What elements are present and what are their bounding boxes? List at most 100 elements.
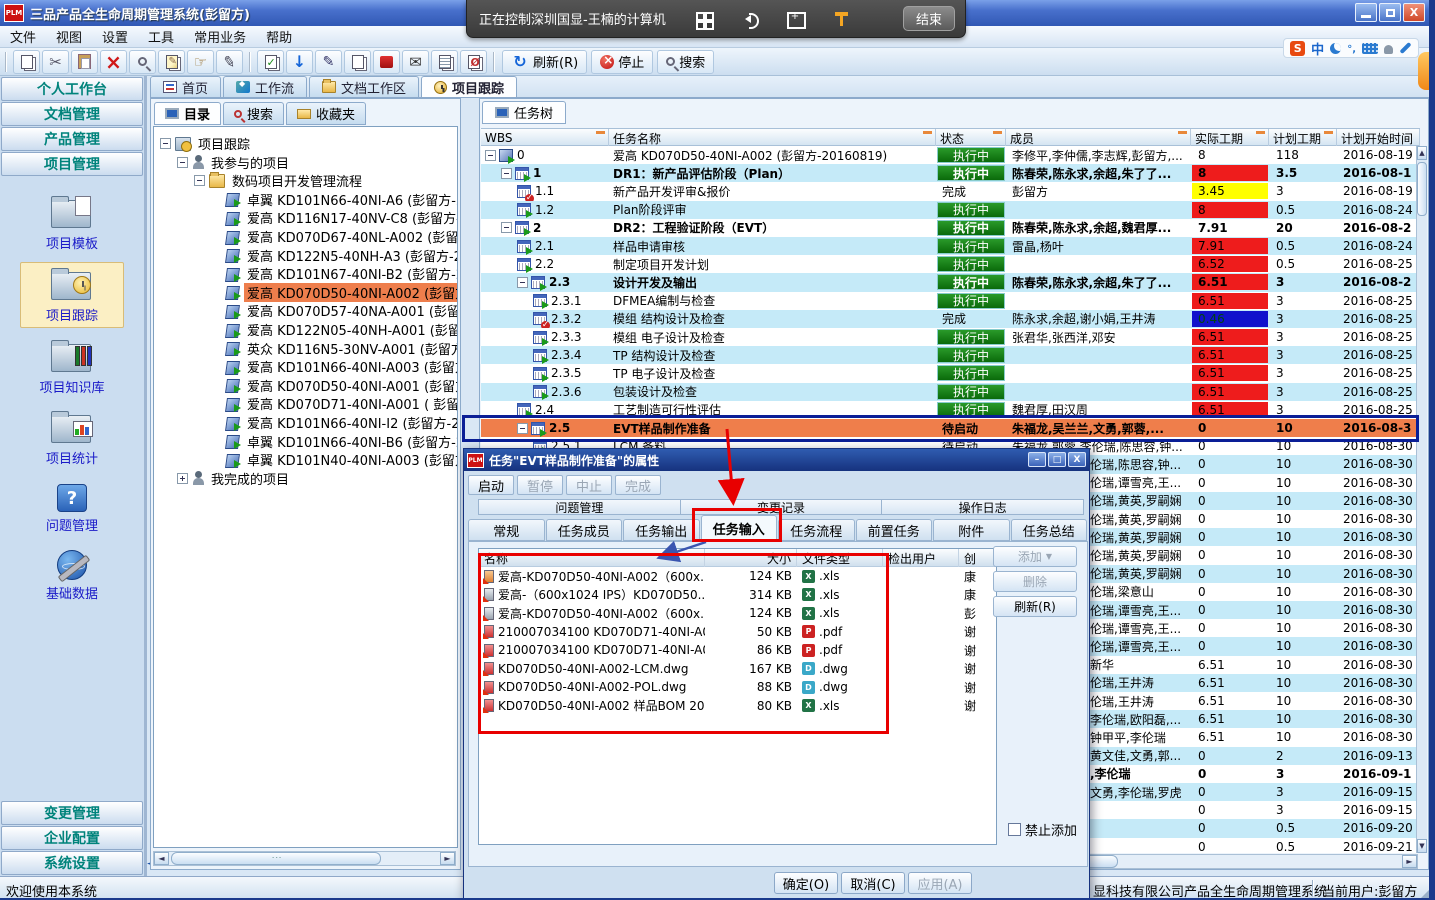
task-vertical-scrollbar[interactable]: ▲ ▼ [1416, 146, 1427, 853]
table-row[interactable]: 2.3.6包装设计及检查执行中6.5132016-08-25 [481, 383, 1420, 401]
dialog-tab[interactable]: 任务成员 [546, 519, 623, 541]
sidebar-section[interactable]: 个人工作台 [1, 77, 143, 101]
dialog-tab[interactable]: 附件 [933, 519, 1010, 541]
toolbar-button-doc-text[interactable] [431, 50, 458, 74]
table-row[interactable]: 2.3.4TP 结构设计及检查执行中6.5132016-08-25 [481, 346, 1420, 364]
tree-node[interactable]: 卓翼 KD101N66-40NI-A6 (彭留方-2016 [211, 190, 458, 209]
column-header[interactable]: WBS [481, 129, 609, 147]
sidebar-item[interactable]: 项目模板 [20, 191, 124, 255]
toolbar-button-cut[interactable] [42, 50, 69, 74]
tree-node[interactable]: 爱高 KD122N5-40NH-A3 (彭留方-20160 [211, 246, 458, 265]
dialog-tab[interactable]: 前置任务 [856, 519, 933, 541]
tree-node[interactable]: 爱高 KD101N67-40NI-B2 (彭留方-2016 [211, 264, 458, 283]
file-row[interactable]: 210007034100 KD070D71-40NI-A0...50 KBP.p… [479, 623, 996, 642]
toolbar-button-seal[interactable] [373, 50, 400, 74]
sidebar-item[interactable]: 基础数据 [20, 544, 124, 605]
row-expander-icon[interactable] [501, 222, 512, 233]
column-header[interactable]: 实际工期 [1191, 129, 1269, 147]
punct-icon[interactable] [1347, 41, 1356, 55]
file-column-header[interactable]: 名称 [479, 549, 705, 567]
tree-node[interactable]: 卓翼 KD101N40-40NI-A003 (彭留方-20 [211, 450, 458, 469]
table-row[interactable]: 1.2Plan阶段评审执行中80.52016-08-24 [481, 201, 1420, 219]
menu-item[interactable]: 工具 [138, 25, 184, 48]
tree-node[interactable]: 爱高 KD070D71-40NI-A001 ( 彭留方-2 [211, 394, 458, 413]
ime-toolbar[interactable]: S 中 [1283, 38, 1419, 58]
tree-node[interactable]: 数码项目开发管理流程 [194, 171, 365, 190]
table-row[interactable]: 2.3.5TP 电子设计及检查执行中6.5132016-08-25 [481, 364, 1420, 382]
sidebar-section[interactable]: 产品管理 [1, 127, 143, 151]
volume-icon[interactable] [740, 10, 760, 28]
tree-node[interactable]: 爱高 KD116N17-40NV-C8 (彭留方-2016 [211, 208, 458, 227]
tree-node[interactable]: 爱高 KD101N66-40NI-I2 (彭留方-201 [211, 413, 458, 432]
sidebar-section[interactable]: 变更管理 [1, 801, 143, 825]
language-indicator[interactable]: 中 [1311, 39, 1324, 58]
keyboard-icon[interactable] [1362, 43, 1378, 54]
workspace-tab[interactable]: 文档工作区 [309, 76, 419, 97]
tree-node[interactable]: 英众 KD116N5-30NV-A001 (彭留方-201 [211, 339, 458, 358]
workspace-tab[interactable]: 项目跟踪 [421, 76, 517, 97]
tree-expander-icon[interactable] [177, 157, 188, 168]
table-row[interactable]: 2.2制定项目开发计划执行中6.520.52016-08-25 [481, 255, 1420, 273]
table-row[interactable]: 1DR1：新产品评估阶段（Plan）执行中陈春荣,陈永求,余超,朱了了...83… [481, 164, 1420, 182]
table-row[interactable]: 2.3设计开发及输出执行中陈春荣,陈永求,余超,朱了了...6.5132016-… [481, 273, 1420, 291]
file-column-header[interactable]: 检出用户 [883, 549, 959, 567]
toolbar-button-copy[interactable] [13, 50, 40, 74]
row-expander-icon[interactable] [517, 277, 528, 288]
menu-item[interactable]: 视图 [46, 25, 92, 48]
pin-icon[interactable] [832, 10, 852, 28]
column-header[interactable]: 成员 [1006, 129, 1191, 147]
table-row[interactable]: 2.3.3模组 电子设计及检查执行中张君华,张西洋,邓安6.5132016-08… [481, 328, 1420, 346]
row-expander-icon[interactable] [485, 150, 496, 161]
scroll-up-icon[interactable]: ▲ [1417, 146, 1427, 160]
workspace-tab[interactable]: 工作流 [223, 76, 307, 97]
table-row[interactable]: 2.3.2模组 结构设计及检查完成陈永求,余超,谢小娟,王井涛0.4632016… [481, 310, 1420, 328]
tree-expander-icon[interactable] [177, 473, 188, 484]
file-row[interactable]: 爱高-（600x1024 IPS）KD070D50...314 KBX.xls康 [479, 586, 996, 605]
scroll-left-icon[interactable]: ◄ [154, 852, 169, 865]
sidebar-item[interactable]: 项目跟踪 [20, 262, 124, 328]
screens-icon[interactable] [694, 10, 714, 28]
sidebar-section[interactable]: 企业配置 [1, 826, 143, 850]
column-header[interactable]: 计划开始时间 [1337, 129, 1420, 147]
toolbar-button-paste[interactable] [71, 50, 98, 74]
tree-tab-search[interactable]: 搜索 [223, 102, 284, 125]
resize-grip[interactable] [1421, 886, 1433, 898]
table-row[interactable]: 0爱高 KD070D50-40NI-A002 (彭留方-20160819)执行中… [481, 146, 1420, 164]
screen-edge-widget[interactable] [1418, 52, 1429, 90]
file-column-header[interactable]: 大小 [705, 549, 797, 567]
toolbar-button-refresh[interactable]: 刷新(R) [502, 50, 587, 74]
sidebar-section[interactable]: 项目管理 [1, 152, 143, 176]
table-row[interactable]: 1.1新产品开发评审&报价完成彭留方3.4532016-08-19 [481, 182, 1420, 200]
menu-item[interactable]: 帮助 [256, 25, 302, 48]
table-row[interactable]: 2DR2：工程验证阶段（EVT）执行中陈春荣,陈永求,余超,魏君厚...7.91… [481, 219, 1420, 237]
tree-node[interactable]: 卓翼 KD101N66-40NI-B6 (彭留方-2016 [211, 432, 458, 451]
close-button[interactable]: X [1403, 3, 1425, 22]
dialog-tab[interactable]: 任务流程 [778, 519, 855, 541]
menu-item[interactable]: 常用业务 [184, 25, 256, 48]
tree-node[interactable]: 爱高 KD101N66-40NI-A003 (彭留方-20 [211, 357, 458, 376]
column-header[interactable]: 计划工期 [1269, 129, 1337, 147]
tree-node[interactable]: 我完成的项目 [177, 469, 292, 488]
tree-node[interactable]: 爱高 KD070D50-40NI-A001 (彭留方-20 [211, 376, 458, 395]
sogou-icon[interactable]: S [1290, 41, 1305, 56]
toolbar-button-note[interactable] [158, 50, 185, 74]
dialog-tab[interactable]: 变更记录 [681, 499, 883, 515]
forbid-add-checkbox[interactable]: 禁止添加 [1008, 820, 1077, 839]
menu-item[interactable]: 文件 [0, 25, 46, 48]
toolbar-button-copy-doc[interactable] [344, 50, 371, 74]
checkbox-icon[interactable] [1008, 823, 1021, 836]
tree-expander-icon[interactable] [194, 175, 205, 186]
toolbar-button-mail[interactable] [402, 50, 429, 74]
dialog-close-button[interactable]: X [1068, 452, 1086, 467]
dialog-button[interactable]: 刷新(R) [993, 596, 1077, 617]
tree-horizontal-scrollbar[interactable]: ◄ ► [153, 851, 456, 866]
tree-node[interactable]: 爱高 KD070D50-40NI-A002 (彭留方-20 [211, 283, 458, 302]
dialog-footer-button[interactable]: 取消(C) [841, 872, 905, 894]
row-expander-icon[interactable] [501, 168, 512, 179]
minimize-button[interactable] [1355, 3, 1377, 22]
tab-task-tree[interactable]: 任务树 [482, 101, 566, 124]
menu-item[interactable]: 设置 [92, 25, 138, 48]
wrench-icon[interactable] [1399, 42, 1411, 54]
dialog-tab[interactable]: 操作日志 [882, 499, 1084, 515]
sidebar-section[interactable]: 文档管理 [1, 102, 143, 126]
